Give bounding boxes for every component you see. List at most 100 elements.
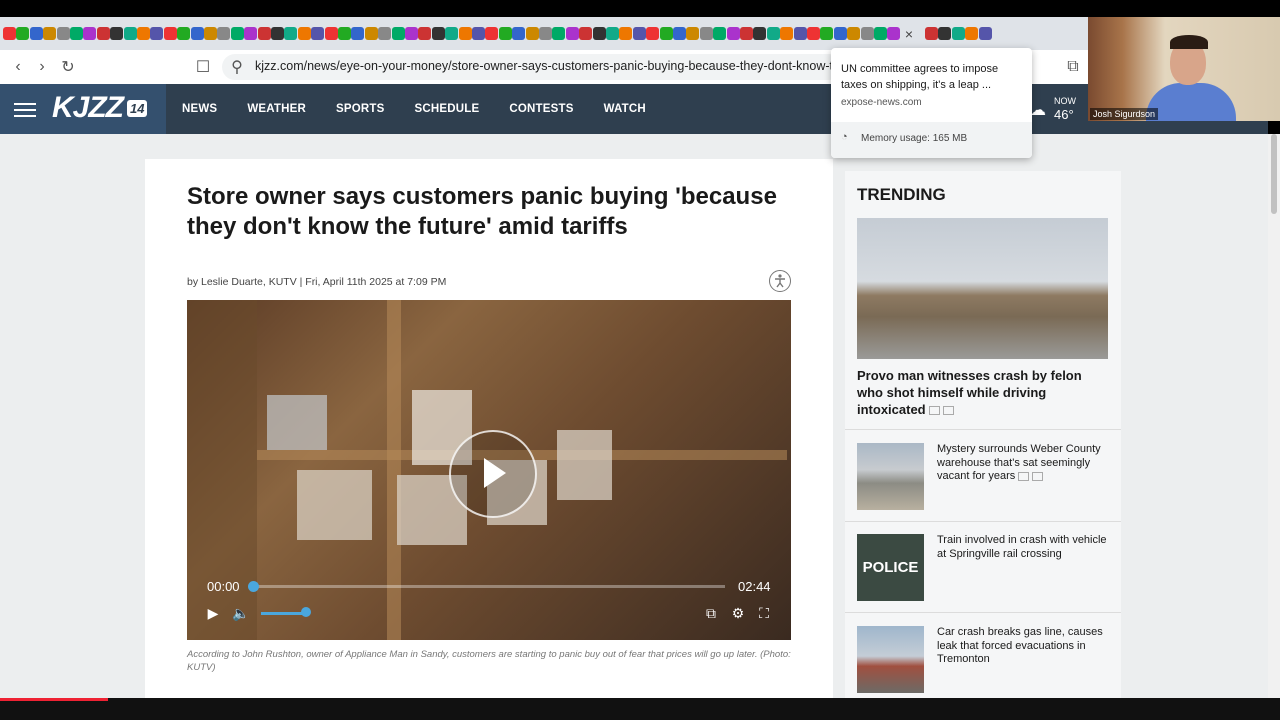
tab-favicon-icon[interactable] [43,27,57,40]
tab-favicon-icon[interactable] [713,27,727,40]
tab-favicon-icon[interactable] [525,27,539,40]
trending-item-headline[interactable]: Mystery surrounds Weber County warehouse… [937,443,1112,484]
tab-favicon-icon[interactable] [632,27,646,40]
nav-weather[interactable]: WEATHER [247,103,306,115]
tab-favicon-icon[interactable] [324,27,338,40]
tab-favicon-icon[interactable] [29,27,43,40]
tab-favicon-icon[interactable] [860,27,874,40]
trending-main-image[interactable] [857,218,1108,359]
tab-favicon-icon[interactable] [391,27,405,40]
tab-favicon-icon[interactable] [364,27,378,40]
tab-favicon-icon[interactable] [16,27,30,40]
tab-favicon-icon[interactable] [619,27,633,40]
bookmark-icon[interactable]: ☐ [194,58,212,76]
trending-main-headline[interactable]: Provo man witnesses crash by felon who s… [857,367,1108,418]
trending-main-headline-text[interactable]: Provo man witnesses crash by felon who s… [857,368,1082,417]
tab-favicon-icon[interactable] [257,27,271,40]
trending-item-thumbnail[interactable] [857,626,924,693]
play-button-icon[interactable]: ▶ [204,604,222,622]
nav-news[interactable]: NEWS [182,103,217,115]
tab-favicon-icon[interactable] [978,27,992,40]
tab-favicon-icon[interactable] [753,27,767,40]
tab-favicon-icon[interactable] [431,27,445,40]
tab-favicon-icon[interactable] [726,27,740,40]
forward-arrow-icon[interactable]: › [33,58,51,76]
video-progress-handle[interactable] [248,581,259,592]
tab-favicon-icon[interactable] [204,27,217,40]
reload-icon[interactable]: ↻ [59,58,77,76]
settings-gear-icon[interactable]: ⚙ [729,604,747,622]
tab-favicon-icon[interactable] [70,27,83,40]
nav-contests[interactable]: CONTESTS [509,103,573,115]
tab-favicon-icon[interactable] [951,27,965,40]
tab-favicon-icon[interactable] [686,27,700,40]
tab-favicon-icon[interactable] [96,27,110,40]
trending-item-thumbnail[interactable] [857,443,924,510]
tab-favicon-icon[interactable] [925,27,938,40]
tab-favicon-icon[interactable] [820,27,834,40]
tab-favicon-icon[interactable] [472,27,485,40]
tab-favicon-icon[interactable] [351,27,365,40]
tab-favicon-icon[interactable] [338,27,351,40]
tab-favicon-icon[interactable] [887,27,901,40]
scrollbar-thumb[interactable] [1271,134,1277,214]
tab-favicon-icon[interactable] [965,27,979,40]
tab-favicon-icon[interactable] [793,27,807,40]
video-play-overlay-button[interactable] [449,430,537,518]
nav-watch[interactable]: WATCH [604,103,646,115]
tab-favicon-icon[interactable] [445,27,459,40]
tab-favicon-icon[interactable] [766,27,780,40]
accessibility-icon[interactable] [769,270,791,292]
volume-handle[interactable] [301,607,312,617]
tab-favicon-icon[interactable] [177,27,191,40]
tab-favicon-icon[interactable] [699,27,713,40]
tab-favicon-icon[interactable] [659,27,673,40]
tab-favicon-icon[interactable] [190,27,204,40]
tab-favicon-icon[interactable] [56,27,70,40]
tab-favicon-icon[interactable] [311,27,325,40]
tab-favicon-icon[interactable] [498,27,512,40]
site-info-icon[interactable]: ⚲ [228,58,246,76]
page-scrollbar[interactable] [1268,134,1280,698]
tab-favicon-icon[interactable] [110,27,124,40]
trending-item-headline[interactable]: Train involved in crash with vehicle at … [937,534,1112,561]
tab-favicon-icon[interactable] [833,27,847,40]
tab-favicon-icon[interactable] [673,27,686,40]
tab-favicon-icon[interactable] [217,27,231,40]
nav-schedule[interactable]: SCHEDULE [415,103,480,115]
tab-favicon-icon[interactable] [284,27,298,40]
tab-favicon-icon[interactable] [271,27,284,40]
picture-in-picture-icon[interactable]: ⧉ [702,604,720,622]
tab-favicon-icon[interactable] [847,27,861,40]
tab-favicon-icon[interactable] [807,27,820,40]
url-text[interactable]: kjzz.com/news/eye-on-your-money/store-ow… [255,59,862,73]
tab-favicon-icon[interactable] [123,27,137,40]
nav-sports[interactable]: SPORTS [336,103,385,115]
back-arrow-icon[interactable]: ‹ [9,58,27,76]
fullscreen-icon[interactable]: ⛶ [755,604,773,622]
tab-favicon-icon[interactable] [405,27,418,40]
tab-favicon-icon[interactable] [740,27,753,40]
video-progress-bar[interactable] [248,581,725,592]
tab-favicon-icon[interactable] [606,27,619,40]
tab-favicon-icon[interactable] [297,27,311,40]
tab-favicon-icon[interactable] [458,27,472,40]
tab-favicon-icon[interactable] [512,27,526,40]
tab-favicon-icon[interactable] [163,27,177,40]
tab-favicon-icon[interactable] [378,27,392,40]
tab-favicon-icon[interactable] [150,27,164,40]
tab-favicon-icon[interactable] [874,27,887,40]
tab-favicon-icon[interactable] [565,27,579,40]
trending-item-thumbnail[interactable]: POLICE [857,534,924,601]
tab-favicon-icon[interactable] [485,27,499,40]
tab-favicon-icon[interactable] [539,27,552,40]
extensions-icon[interactable]: ⧉ [1064,58,1082,76]
tab-favicon-icon[interactable] [938,27,952,40]
trending-item-headline[interactable]: Car crash breaks gas line, causes leak t… [937,626,1112,667]
tab-favicon-icon[interactable] [592,27,606,40]
tab-favicon-icon[interactable] [646,27,660,40]
tab-favicon-icon[interactable] [780,27,794,40]
tab-favicon-icon[interactable] [3,27,16,40]
video-player[interactable]: 00:00 02:44 ▶ 🔈 ⧉ ⚙ ⛶ [187,300,791,640]
tab-favicon-icon[interactable] [83,27,97,40]
